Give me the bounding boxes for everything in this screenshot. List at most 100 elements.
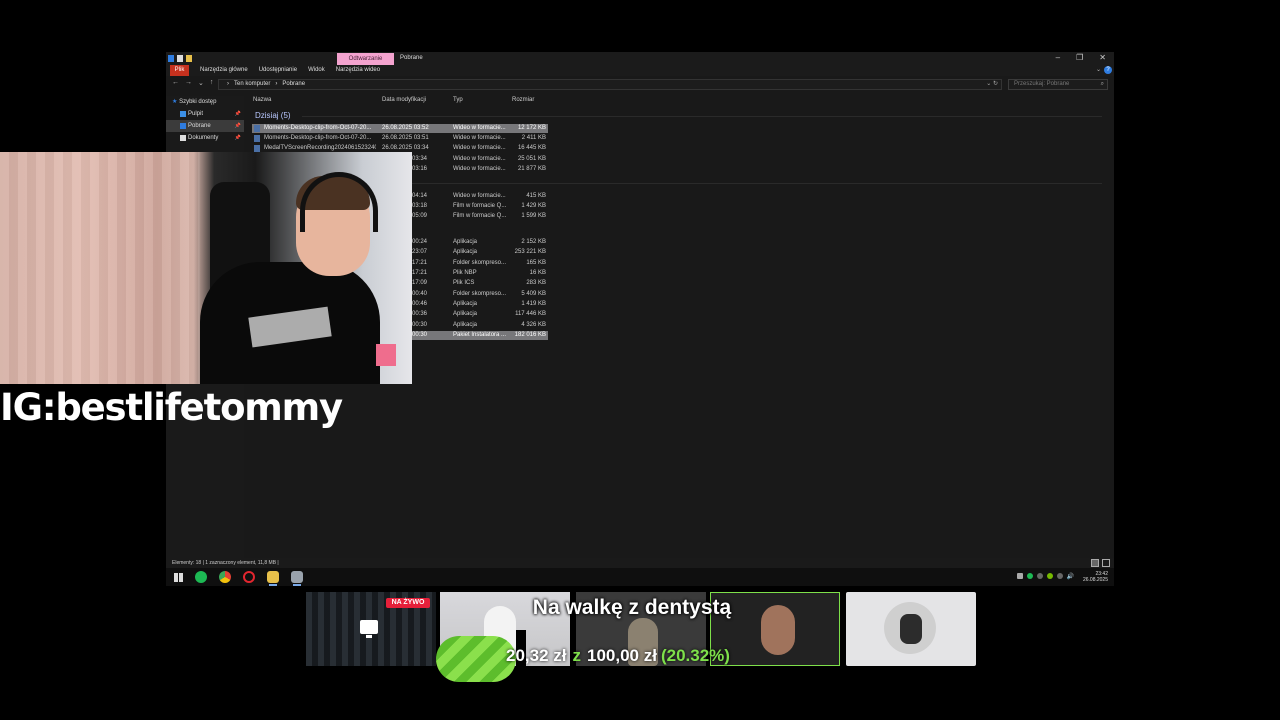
- opera-icon[interactable]: [243, 571, 255, 583]
- nvidia-tray-icon[interactable]: [1046, 573, 1053, 579]
- volume-icon[interactable]: 🔊: [1067, 573, 1074, 580]
- breadcrumb-this-pc[interactable]: Ten komputer: [234, 81, 270, 87]
- taskbar-clock[interactable]: 23:42 26.08.2025: [1083, 571, 1108, 583]
- back-icon[interactable]: ←: [172, 79, 179, 87]
- file-date: 03:34: [412, 156, 428, 162]
- file-size: 1 599 KB: [521, 213, 546, 219]
- search-placeholder: Przeszukaj: Pobrane: [1014, 81, 1070, 87]
- live-badge: NA ŻYWO: [386, 598, 430, 608]
- up-icon[interactable]: ↑: [210, 79, 214, 87]
- file-type: Wideo w formacie...: [453, 125, 506, 131]
- file-date: 17:21: [412, 270, 428, 276]
- refresh-icon[interactable]: ↻: [993, 81, 998, 87]
- video-file-icon: [254, 135, 260, 142]
- instagram-handle: IG:bestlifetommy: [0, 386, 343, 429]
- chrome-icon[interactable]: [219, 571, 231, 583]
- ribbon-expand-icon[interactable]: ⌄: [1096, 66, 1101, 73]
- nav-quick-access[interactable]: ★ Szybki dostęp: [166, 96, 244, 108]
- column-name[interactable]: Nazwa: [253, 97, 271, 103]
- tab-context-playback[interactable]: Odtwarzanie: [337, 53, 394, 65]
- nav-downloads[interactable]: Pobrane 📌: [166, 120, 244, 132]
- download-icon[interactable]: [168, 55, 174, 62]
- file-size: 2 152 KB: [521, 239, 546, 245]
- nav-label: Pulpit: [188, 111, 204, 117]
- nav-desktop[interactable]: Pulpit 📌: [166, 108, 244, 120]
- tab-video-tools[interactable]: Narzędzia wideo: [336, 67, 380, 73]
- file-size: 2 411 KB: [521, 135, 546, 141]
- network-icon[interactable]: [1056, 573, 1063, 579]
- file-type: Wideo w formacie...: [453, 145, 506, 151]
- breadcrumb-chevron-icon: ›: [275, 81, 278, 87]
- file-size: 4 326 KB: [521, 322, 546, 328]
- folder-icon[interactable]: [186, 55, 192, 62]
- tray-app-icon[interactable]: [1016, 573, 1023, 579]
- curtain: [0, 152, 200, 384]
- goal-separator: z: [572, 646, 582, 665]
- recent-icon[interactable]: ⌄: [198, 79, 204, 87]
- file-explorer-icon[interactable]: [267, 571, 279, 586]
- forward-icon[interactable]: →: [185, 79, 192, 87]
- file-size: 283 KB: [526, 280, 546, 286]
- help-icon[interactable]: ?: [1104, 66, 1112, 74]
- file-size: 16 KB: [529, 270, 546, 276]
- file-size: 5 409 KB: [521, 291, 546, 297]
- system-tray: 🔊: [1016, 573, 1074, 580]
- file-date: 00:30: [412, 332, 428, 338]
- nav-label: Szybki dostęp: [179, 99, 217, 105]
- file-row[interactable]: Moments-Desktop-clip-from-Oct-07-20... 2…: [252, 124, 548, 133]
- tab-home[interactable]: Narzędzia główne: [200, 67, 248, 73]
- tab-file[interactable]: Plik: [170, 65, 189, 76]
- column-date[interactable]: Data modyfikacji: [382, 97, 426, 103]
- tab-view[interactable]: Widok: [308, 67, 325, 73]
- spotify-tray-icon[interactable]: [1026, 573, 1033, 579]
- tray-app-icon[interactable]: [1036, 573, 1043, 579]
- properties-icon[interactable]: [177, 55, 183, 62]
- group-header-today[interactable]: Dzisiaj (5): [255, 111, 291, 120]
- document-icon: [180, 135, 186, 141]
- status-text: Elementy: 18 | 1 zaznaczony element, 11,…: [172, 560, 279, 566]
- file-type: Wideo w formacie...: [453, 135, 506, 141]
- breadcrumb-downloads[interactable]: Pobrane: [282, 81, 305, 87]
- tab-share[interactable]: Udostępnianie: [259, 67, 297, 73]
- file-date: 00:36: [412, 311, 428, 317]
- nav-label: Dokumenty: [188, 135, 219, 141]
- nav-label: Pobrane: [188, 123, 211, 129]
- window-title: Pobrane: [400, 55, 423, 61]
- file-date: 26.08.2025 03:52: [382, 125, 429, 131]
- clip-thumbnail[interactable]: [846, 592, 976, 666]
- file-type: Plik ICS: [453, 280, 475, 286]
- donation-goal-amount: 20,32 zł z 100,00 zł (20.32%): [506, 646, 730, 666]
- column-type[interactable]: Typ: [453, 97, 463, 103]
- nav-documents[interactable]: Dokumenty 📌: [166, 132, 244, 144]
- goal-percent: (20.32%): [660, 646, 730, 665]
- tiles-view-icon[interactable]: [1102, 559, 1110, 567]
- file-type: Folder skompreso...: [453, 260, 507, 266]
- goal-current: 20,32 zł: [506, 646, 567, 665]
- desktop-icon: [180, 111, 186, 117]
- file-size: 12 172 KB: [517, 125, 546, 131]
- file-date: 17:09: [412, 280, 428, 286]
- column-size[interactable]: Rozmiar: [512, 97, 534, 103]
- maximize-icon[interactable]: ❐: [1076, 53, 1083, 62]
- file-size: 1 419 KB: [521, 301, 546, 307]
- monitor-icon: [360, 620, 378, 638]
- file-size: 1 429 KB: [521, 203, 546, 209]
- pin-icon: 📌: [234, 111, 241, 117]
- file-date: 05:09: [412, 213, 428, 219]
- donation-progress-bar: [436, 636, 516, 682]
- address-row: ← → ⌄ ↑ ↓ › Ten komputer › Pobrane ⌄ ↻ P…: [166, 78, 1114, 91]
- search-input[interactable]: Przeszukaj: Pobrane ⌕: [1008, 79, 1108, 90]
- pink-cube: [376, 344, 396, 366]
- windows-start-icon[interactable]: [174, 573, 183, 582]
- file-type: Aplikacja: [453, 311, 478, 317]
- file-row[interactable]: Moments-Desktop-clip-from-Oct-07-20... 2…: [252, 134, 548, 143]
- address-bar[interactable]: › Ten komputer › Pobrane ⌄ ↻: [218, 79, 1002, 90]
- breadcrumb: › Ten komputer › Pobrane: [227, 81, 305, 87]
- minimize-icon[interactable]: –: [1056, 53, 1060, 62]
- chevron-down-icon[interactable]: ⌄: [986, 81, 991, 87]
- spotify-icon[interactable]: [195, 571, 207, 583]
- details-view-icon[interactable]: [1091, 559, 1099, 567]
- close-icon[interactable]: ✕: [1099, 53, 1106, 62]
- app-icon[interactable]: [291, 571, 303, 586]
- group-divider: [302, 116, 1102, 117]
